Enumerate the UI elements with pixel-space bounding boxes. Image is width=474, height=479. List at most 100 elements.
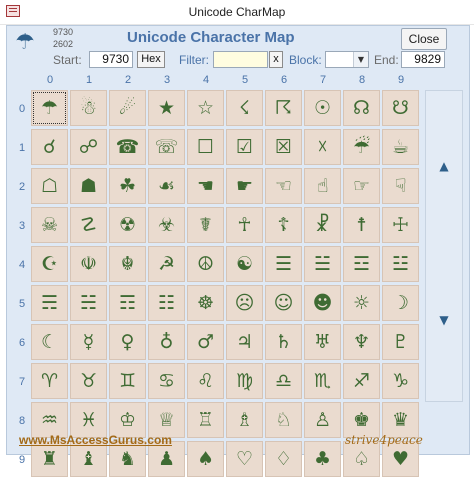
close-button[interactable]: Close xyxy=(401,28,447,50)
char-cell[interactable]: ☠ xyxy=(31,207,68,243)
char-cell[interactable]: ♀ xyxy=(109,324,146,360)
char-cell[interactable]: ☖ xyxy=(31,168,68,204)
char-cell[interactable]: ☇ xyxy=(226,90,263,126)
end-field[interactable]: 9829 xyxy=(401,51,445,68)
char-cell[interactable]: ♗ xyxy=(226,402,263,438)
char-cell[interactable]: ♙ xyxy=(304,402,341,438)
char-cell[interactable]: ♖ xyxy=(187,402,224,438)
char-cell[interactable]: ☯ xyxy=(226,246,263,282)
char-cell[interactable]: ☆ xyxy=(187,90,224,126)
char-cell[interactable]: ☭ xyxy=(148,246,185,282)
char-cell[interactable]: ☸ xyxy=(187,285,224,321)
char-cell[interactable]: ☦ xyxy=(265,207,302,243)
char-cell[interactable]: ☒ xyxy=(265,129,302,165)
chevron-down-icon[interactable]: ▼ xyxy=(353,52,368,67)
char-cell[interactable]: ☥ xyxy=(226,207,263,243)
filter-input[interactable] xyxy=(213,51,268,68)
char-cell[interactable]: ☴ xyxy=(31,285,68,321)
char-cell[interactable]: ♐ xyxy=(343,363,380,399)
start-field[interactable]: 9730 xyxy=(89,51,133,68)
char-cell[interactable]: ♍ xyxy=(226,363,263,399)
char-cell[interactable]: ♂ xyxy=(187,324,224,360)
char-cell[interactable]: ☛ xyxy=(226,168,263,204)
char-cell[interactable]: ☈ xyxy=(265,90,302,126)
char-cell[interactable]: ☞ xyxy=(343,168,380,204)
char-cell[interactable]: ♋ xyxy=(148,363,185,399)
char-cell[interactable]: ☝ xyxy=(304,168,341,204)
char-cell[interactable]: ☟ xyxy=(382,168,419,204)
char-cell[interactable]: ☑ xyxy=(226,129,263,165)
char-cell[interactable]: ☌ xyxy=(31,129,68,165)
char-cell[interactable]: ☜ xyxy=(265,168,302,204)
char-cell[interactable]: ☿ xyxy=(70,324,107,360)
char-cell[interactable]: ♄ xyxy=(265,324,302,360)
char-cell[interactable]: ☮ xyxy=(187,246,224,282)
char-cell[interactable]: ☂ xyxy=(31,90,68,126)
char-cell[interactable]: ☃ xyxy=(70,90,107,126)
char-cell[interactable]: ♇ xyxy=(382,324,419,360)
char-cell[interactable]: ☢ xyxy=(109,207,146,243)
char-cell[interactable]: ☶ xyxy=(109,285,146,321)
page-down-arrow-icon[interactable]: ▼ xyxy=(426,313,462,327)
char-cell[interactable]: ☲ xyxy=(343,246,380,282)
char-cell[interactable]: ♎ xyxy=(265,363,302,399)
hex-button[interactable]: Hex xyxy=(137,51,165,68)
char-cell[interactable]: ♁ xyxy=(148,324,185,360)
char-cell[interactable]: ♘ xyxy=(265,402,302,438)
block-select[interactable]: ▼ xyxy=(325,51,369,68)
char-cell[interactable]: ☗ xyxy=(70,168,107,204)
char-cell[interactable]: ☾ xyxy=(31,324,68,360)
char-cell[interactable]: ☤ xyxy=(187,207,224,243)
char-cell[interactable]: ☓ xyxy=(304,129,341,165)
char-cell[interactable]: ☉ xyxy=(304,90,341,126)
char-cell[interactable]: ☔ xyxy=(343,129,380,165)
char-cell[interactable]: ♠ xyxy=(187,441,224,477)
char-cell[interactable]: ☕ xyxy=(382,129,419,165)
char-cell[interactable]: ♢ xyxy=(265,441,302,477)
char-cell[interactable]: ☬ xyxy=(109,246,146,282)
char-cell[interactable]: ☏ xyxy=(148,129,185,165)
char-cell[interactable]: ☋ xyxy=(382,90,419,126)
char-cell[interactable]: ☷ xyxy=(148,285,185,321)
char-cell[interactable]: ♃ xyxy=(226,324,263,360)
char-cell[interactable]: ☍ xyxy=(70,129,107,165)
char-cell[interactable]: ♏ xyxy=(304,363,341,399)
char-cell[interactable]: ☻ xyxy=(304,285,341,321)
char-cell[interactable]: ★ xyxy=(148,90,185,126)
char-cell[interactable]: ♅ xyxy=(304,324,341,360)
page-up-arrow-icon[interactable]: ▲ xyxy=(426,159,462,173)
char-cell[interactable]: ☊ xyxy=(343,90,380,126)
char-cell[interactable]: ♈ xyxy=(31,363,68,399)
char-cell[interactable]: ♆ xyxy=(343,324,380,360)
char-cell[interactable]: ☰ xyxy=(265,246,302,282)
char-cell[interactable]: ♑ xyxy=(382,363,419,399)
char-cell[interactable]: ☩ xyxy=(382,207,419,243)
char-cell[interactable]: ♊ xyxy=(109,363,146,399)
char-cell[interactable]: ♡ xyxy=(226,441,263,477)
char-cell[interactable]: ☽ xyxy=(382,285,419,321)
row-header: 6 xyxy=(18,337,26,349)
website-link[interactable]: www.MsAccessGurus.com xyxy=(19,433,172,447)
char-cell[interactable]: ☱ xyxy=(304,246,341,282)
char-cell[interactable]: ♉ xyxy=(70,363,107,399)
char-cell[interactable]: ☼ xyxy=(343,285,380,321)
char-cell[interactable]: ☪ xyxy=(31,246,68,282)
char-cell[interactable]: ☣ xyxy=(148,207,185,243)
char-cell[interactable]: ♌ xyxy=(187,363,224,399)
char-cell[interactable]: ☹ xyxy=(226,285,263,321)
filter-clear-button[interactable]: x xyxy=(269,51,283,68)
char-cell[interactable]: ☡ xyxy=(70,207,107,243)
char-cell[interactable]: ♣ xyxy=(304,441,341,477)
char-cell[interactable]: ☚ xyxy=(187,168,224,204)
char-cell[interactable]: ☄ xyxy=(109,90,146,126)
char-cell[interactable]: ☵ xyxy=(70,285,107,321)
char-cell[interactable]: ☺ xyxy=(265,285,302,321)
char-cell[interactable]: ☎ xyxy=(109,129,146,165)
char-cell[interactable]: ☘ xyxy=(109,168,146,204)
char-cell[interactable]: ☐ xyxy=(187,129,224,165)
char-cell[interactable]: ☫ xyxy=(70,246,107,282)
char-cell[interactable]: ☙ xyxy=(148,168,185,204)
char-cell[interactable]: ☳ xyxy=(382,246,419,282)
char-cell[interactable]: ☨ xyxy=(343,207,380,243)
char-cell[interactable]: ☧ xyxy=(304,207,341,243)
